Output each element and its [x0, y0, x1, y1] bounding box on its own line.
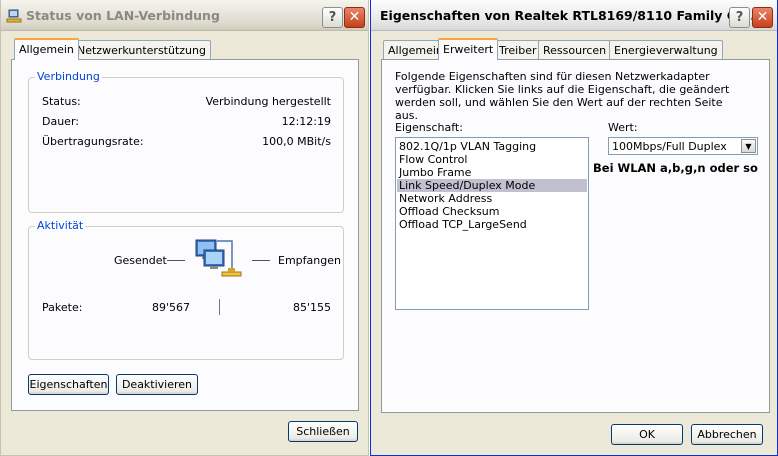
- network-connection-icon: [6, 9, 22, 23]
- eigenschaft-label: Eigenschaft:: [395, 121, 463, 134]
- aktivitaet-group: Aktivität Gesendet Empfangen Pakete: 89'…: [28, 219, 344, 360]
- schliessen-button[interactable]: Schließen: [288, 421, 358, 442]
- pakete-gesendet-value: 89'567: [151, 301, 190, 314]
- status-window: Status von LAN-Verbindung ? ✕ Allgemein …: [0, 0, 369, 456]
- verbindung-group: Verbindung Status: Verbindung hergestell…: [28, 70, 344, 213]
- dauer-label: Dauer:: [42, 115, 79, 128]
- aktivitaet-title: Aktivität: [35, 219, 86, 232]
- status-window-titlebar[interactable]: Status von LAN-Verbindung ? ✕: [1, 0, 368, 31]
- properties-window-title: Eigenschaften von Realtek RTL8169/8110 F…: [380, 8, 765, 23]
- tab-netzwerkunterstuetzung[interactable]: Netzwerkunterstützung: [72, 40, 211, 60]
- abbrechen-button[interactable]: Abbrechen: [691, 424, 763, 445]
- deaktivieren-button[interactable]: Deaktivieren: [116, 374, 198, 395]
- property-listbox[interactable]: 802.1Q/1p VLAN Tagging Flow Control Jumb…: [395, 137, 589, 310]
- uebertragungsrate-value: 100,0 MBit/s: [262, 135, 331, 148]
- value-dropdown-text: 100Mbps/Full Duplex: [612, 140, 727, 153]
- network-activity-icon: [195, 239, 242, 277]
- tab-erweitert[interactable]: Erweitert: [438, 38, 499, 60]
- empfangen-label: Empfangen: [278, 254, 341, 267]
- list-item[interactable]: Flow Control: [397, 153, 587, 166]
- properties-window: Eigenschaften von Realtek RTL8169/8110 F…: [370, 0, 778, 456]
- annotation-text: Bei WLAN a,b,g,n oder so: [593, 161, 758, 175]
- pakete-label: Pakete:: [42, 301, 83, 314]
- value-dropdown[interactable]: 100Mbps/Full Duplex ▼: [608, 137, 758, 155]
- verbindung-title: Verbindung: [35, 70, 102, 83]
- tab-ressourcen[interactable]: Ressourcen: [538, 40, 612, 60]
- list-item[interactable]: Network Address: [397, 192, 587, 205]
- status-label: Status:: [42, 95, 81, 108]
- properties-window-titlebar[interactable]: Eigenschaften von Realtek RTL8169/8110 F…: [371, 0, 777, 31]
- pakete-empfangen-value: 85'155: [292, 301, 331, 314]
- dauer-value: 12:12:19: [281, 115, 331, 128]
- status-window-title: Status von LAN-Verbindung: [26, 8, 220, 23]
- status-value: Verbindung hergestellt: [205, 95, 331, 108]
- packets-divider: [219, 299, 220, 315]
- sent-line: [167, 260, 185, 261]
- eigenschaften-button[interactable]: Eigenschaften: [28, 374, 109, 395]
- tab-energieverwaltung[interactable]: Energieverwaltung: [609, 40, 723, 60]
- close-button[interactable]: ✕: [752, 7, 773, 28]
- ok-button[interactable]: OK: [611, 424, 683, 445]
- help-button[interactable]: ?: [729, 7, 750, 28]
- list-item-selected[interactable]: Link Speed/Duplex Mode: [397, 179, 587, 192]
- received-line: [252, 260, 270, 261]
- gesendet-label: Gesendet: [114, 254, 167, 267]
- list-item[interactable]: Offload Checksum: [397, 205, 587, 218]
- description-text: Folgende Eigenschaften sind für diesen N…: [395, 70, 730, 122]
- close-button[interactable]: ✕: [344, 7, 365, 28]
- tab-allgemein[interactable]: Allgemein: [14, 38, 79, 60]
- tab-treiber[interactable]: Treiber: [494, 40, 542, 60]
- list-item[interactable]: Jumbo Frame: [397, 166, 587, 179]
- uebertragungsrate-label: Übertragungsrate:: [42, 135, 144, 148]
- tab-panel-allgemein: Verbindung Status: Verbindung hergestell…: [11, 59, 359, 411]
- wert-label: Wert:: [608, 121, 638, 134]
- tab-panel-erweitert: Folgende Eigenschaften sind für diesen N…: [381, 59, 770, 413]
- help-button[interactable]: ?: [322, 7, 343, 28]
- list-item[interactable]: Offload TCP_LargeSend: [397, 218, 587, 231]
- list-item[interactable]: 802.1Q/1p VLAN Tagging: [397, 140, 587, 153]
- dropdown-arrow-icon[interactable]: ▼: [741, 139, 756, 153]
